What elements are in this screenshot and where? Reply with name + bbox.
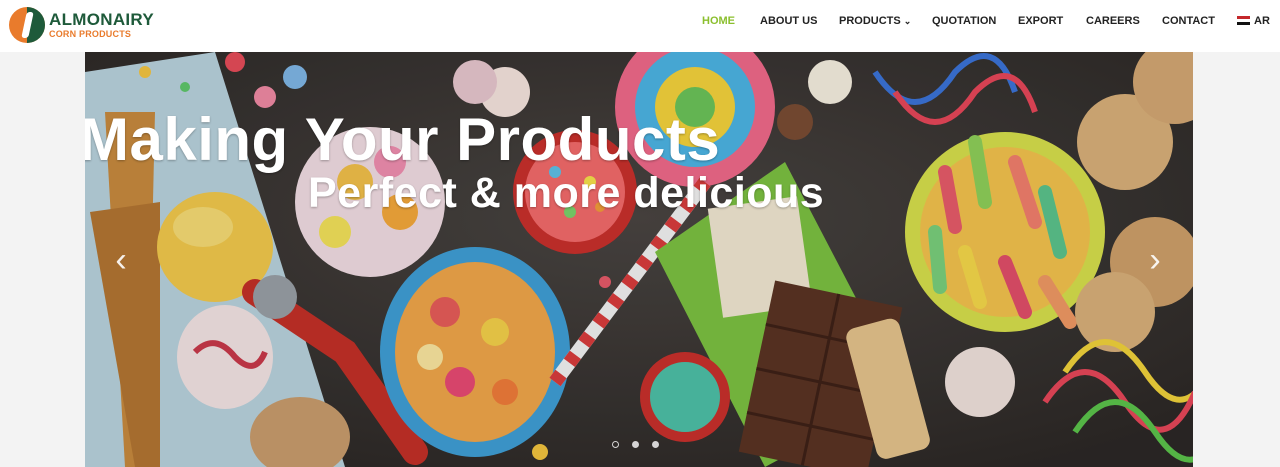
nav-contact[interactable]: CONTACT [1162, 15, 1215, 27]
hero-subtitle: Perfect & more delicious [308, 169, 825, 217]
logo-icon [9, 7, 45, 43]
nav-home[interactable]: HOME [702, 15, 735, 27]
nav-careers[interactable]: CAREERS [1086, 15, 1140, 27]
nav-export[interactable]: EXPORT [1018, 15, 1063, 27]
chevron-right-icon[interactable]: › [1143, 240, 1167, 280]
chevron-down-icon: ⌄ [903, 16, 912, 26]
site-header: ALMONAIRY CORN PRODUCTS HOME ABOUT US PR… [0, 0, 1280, 52]
slider-dot[interactable] [632, 441, 639, 448]
language-switch[interactable]: AR [1237, 15, 1270, 27]
brand-logo[interactable]: ALMONAIRY CORN PRODUCTS [9, 6, 154, 44]
slider-dot[interactable] [612, 441, 619, 448]
language-label: AR [1254, 15, 1270, 27]
brand-subtitle: CORN PRODUCTS [49, 29, 132, 39]
hero-title: Making Your Products [85, 106, 721, 173]
nav-about-us[interactable]: ABOUT US [760, 15, 817, 27]
nav-products-label: PRODUCTS [839, 15, 901, 27]
nav-products[interactable]: PRODUCTS ⌄ [839, 15, 911, 27]
brand-name: ALMONAIRY [49, 10, 155, 29]
nav-quotation[interactable]: QUOTATION [932, 15, 996, 27]
egypt-flag-icon [1237, 16, 1250, 25]
slider-dot[interactable] [652, 441, 659, 448]
hero-slider[interactable]: Making Your Products Perfect & more deli… [85, 52, 1193, 467]
chevron-left-icon[interactable]: ‹ [109, 240, 133, 280]
slider-pagination [612, 441, 659, 448]
